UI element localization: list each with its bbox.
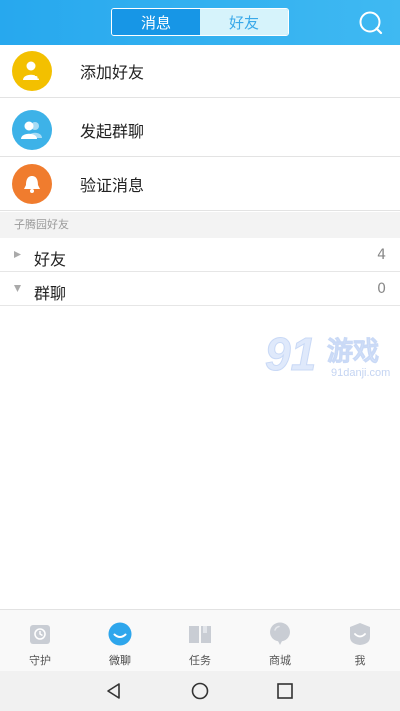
add-friend-row[interactable]: 添加好友 <box>0 45 400 98</box>
group-count: 4 <box>377 247 386 263</box>
verify-message-row[interactable]: 验证消息 <box>0 158 400 211</box>
watermark-domain: 91danji.com <box>331 367 390 379</box>
tab-messages[interactable]: 消息 <box>112 9 200 35</box>
nav-item-mall[interactable]: 商城 <box>240 610 320 672</box>
verify-message-label: 验证消息 <box>80 176 145 195</box>
group-chat-label: 发起群聊 <box>80 122 145 141</box>
watermark-logo: 91 游戏 91danji.com <box>265 328 390 380</box>
search-icon[interactable] <box>358 10 384 36</box>
nav-label: 守护 <box>29 654 51 667</box>
group-row-friends[interactable]: 好友 4 <box>0 238 400 272</box>
group-count: 0 <box>377 281 386 297</box>
book-icon <box>189 626 211 643</box>
back-icon[interactable] <box>104 681 124 701</box>
nav-label: 微聊 <box>109 654 131 667</box>
add-friend-label: 添加好友 <box>80 63 145 82</box>
shield-clock-icon <box>30 625 50 644</box>
chevron-right-icon <box>14 251 21 258</box>
add-friend-icon <box>12 51 52 91</box>
balloon-icon <box>270 622 290 645</box>
nav-label: 任务 <box>189 654 211 667</box>
tab-friends[interactable]: 好友 <box>200 9 288 35</box>
watermark-text: 游戏 <box>327 337 379 367</box>
nav-label: 我 <box>354 654 366 667</box>
tab-switcher: 消息 好友 <box>111 8 289 36</box>
section-header: 子腾园好友 <box>0 212 400 238</box>
bell-icon <box>12 164 52 204</box>
nav-item-guard[interactable]: 守护 <box>0 610 80 672</box>
group-chat-row[interactable]: 发起群聊 <box>0 104 400 157</box>
group-row-groups[interactable]: 群聊 0 <box>0 272 400 306</box>
top-app-bar: 消息 好友 <box>0 0 400 45</box>
nav-item-tasks[interactable]: 任务 <box>160 610 240 672</box>
nav-item-chat[interactable]: 微聊 <box>80 610 160 672</box>
system-nav-bar <box>0 671 400 711</box>
recents-icon[interactable] <box>275 681 295 701</box>
group-chat-icon <box>12 110 52 150</box>
group-label: 好友 <box>34 250 67 269</box>
profile-icon <box>350 623 370 645</box>
home-icon[interactable] <box>190 681 210 701</box>
group-label: 群聊 <box>34 284 67 303</box>
nav-item-me[interactable]: 我 <box>320 610 400 672</box>
watermark-number: 91 <box>265 328 316 380</box>
chat-bubble-icon <box>108 622 132 646</box>
bottom-nav: 守护 微聊 任务 商城 我 <box>0 609 400 671</box>
chevron-down-icon <box>14 285 21 292</box>
nav-label: 商城 <box>269 654 291 667</box>
